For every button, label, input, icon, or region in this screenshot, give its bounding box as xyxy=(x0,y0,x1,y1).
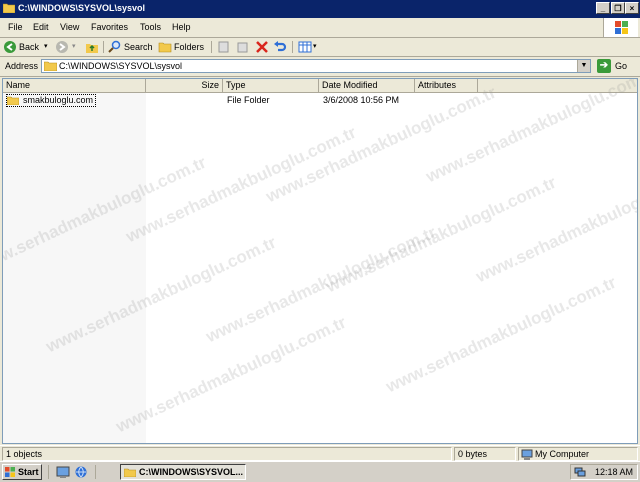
my-computer-icon xyxy=(521,449,533,460)
table-row[interactable]: smakbuloglu.com File Folder 3/6/2008 10:… xyxy=(3,93,637,107)
watermark: www.serhadmakbuloglu.com.tr xyxy=(203,222,440,347)
menu-tools[interactable]: Tools xyxy=(140,22,161,32)
address-bar: Address C:\WINDOWS\SYSVOL\sysvol ▼ ➔ Go xyxy=(0,57,640,77)
watermark: www.serhadmakbuloglu.com.tr xyxy=(113,312,350,437)
address-label: Address xyxy=(5,61,39,71)
clock[interactable]: 12:18 AM xyxy=(595,465,633,479)
menu-help[interactable]: Help xyxy=(172,22,191,32)
go-button[interactable]: ➔ Go xyxy=(597,59,637,73)
toolbar-separator xyxy=(103,41,104,53)
views-button[interactable]: ▾ xyxy=(298,40,322,54)
undo-icon[interactable] xyxy=(273,40,287,54)
toolbar-separator xyxy=(211,41,212,53)
status-zone-label: My Computer xyxy=(535,449,590,459)
watermark: www.serhadmakbuloglu.com.tr xyxy=(323,172,560,297)
column-header-name[interactable]: Name xyxy=(3,79,146,92)
folder-icon xyxy=(44,61,57,71)
watermark: www.serhadmakbuloglu.com.tr xyxy=(123,122,360,247)
column-header: Name Size Type Date Modified Attributes xyxy=(3,79,637,93)
column-header-size[interactable]: Size xyxy=(146,79,223,92)
explorer-window: C:\WINDOWS\SYSVOL\sysvol _ ❐ × File Edit… xyxy=(0,0,640,461)
up-folder-icon[interactable] xyxy=(85,40,99,54)
watermark: www.serhadmakbuloglu.com.tr xyxy=(383,272,620,397)
column-header-type[interactable]: Type xyxy=(223,79,319,92)
views-grid-icon xyxy=(298,41,312,53)
menu-view[interactable]: View xyxy=(60,22,79,32)
start-label: Start xyxy=(18,467,39,477)
taskbar: Start C:\WINDOWS\SYSVOL... 12:18 AM xyxy=(0,461,640,482)
search-icon xyxy=(108,40,121,53)
column-header-date-modified[interactable]: Date Modified xyxy=(319,79,415,92)
status-bar: 1 objects 0 bytes My Computer xyxy=(0,445,640,462)
address-value: C:\WINDOWS\SYSVOL\sysvol xyxy=(59,61,183,71)
file-name[interactable]: smakbuloglu.com xyxy=(6,94,97,107)
move-to-icon[interactable] xyxy=(217,40,231,54)
title-bar[interactable]: C:\WINDOWS\SYSVOL\sysvol _ ❐ × xyxy=(0,0,640,18)
delete-icon[interactable] xyxy=(255,40,269,54)
taskbar-window-button[interactable]: C:\WINDOWS\SYSVOL... xyxy=(120,464,246,480)
forward-arrow-icon xyxy=(56,41,68,53)
folders-label: Folders xyxy=(174,42,205,52)
windows-flag-icon xyxy=(5,467,15,477)
folder-icon xyxy=(124,468,136,477)
forward-dropdown-icon[interactable]: ▾ xyxy=(72,40,76,54)
watermark: www.serhadmakbuloglu.com.tr xyxy=(473,162,638,287)
menu-file[interactable]: File xyxy=(8,22,23,32)
menu-bar: File Edit View Favorites Tools Help xyxy=(0,18,640,38)
menu-favorites[interactable]: Favorites xyxy=(91,22,128,32)
back-dropdown-icon[interactable]: ▾ xyxy=(44,40,48,54)
go-label: Go xyxy=(615,61,628,71)
views-dropdown-icon[interactable]: ▾ xyxy=(313,40,317,54)
close-button[interactable]: × xyxy=(625,2,639,14)
back-arrow-icon xyxy=(4,41,16,53)
file-date-modified: 3/6/2008 10:56 PM xyxy=(323,95,400,105)
status-zone: My Computer xyxy=(518,447,638,461)
search-button[interactable]: Search xyxy=(108,40,154,54)
address-input[interactable]: C:\WINDOWS\SYSVOL\sysvol ▼ xyxy=(41,59,591,73)
file-list[interactable]: Name Size Type Date Modified Attributes … xyxy=(2,78,638,444)
column-header-attributes[interactable]: Attributes xyxy=(415,79,478,92)
window-title: C:\WINDOWS\SYSVOL\sysvol xyxy=(18,3,146,13)
forward-button[interactable]: ▾ xyxy=(55,40,81,54)
network-icon[interactable] xyxy=(574,467,586,477)
internet-explorer-icon[interactable] xyxy=(74,465,88,479)
taskbar-separator xyxy=(95,465,96,479)
toolbar: Back ▾ ▾ Search Folders ▾ xyxy=(0,38,640,57)
status-size: 0 bytes xyxy=(454,447,516,461)
menu-edit[interactable]: Edit xyxy=(33,22,49,32)
system-tray: 12:18 AM xyxy=(570,464,638,480)
windows-logo xyxy=(603,18,638,37)
folders-icon xyxy=(158,42,172,53)
toolbar-separator xyxy=(292,41,293,53)
start-button[interactable]: Start xyxy=(2,464,42,480)
windows-flag-icon xyxy=(615,21,628,34)
folder-icon xyxy=(3,3,15,13)
taskbar-separator xyxy=(48,465,49,479)
name-column-background xyxy=(3,92,146,443)
back-button[interactable]: Back ▾ xyxy=(3,40,51,54)
show-desktop-icon[interactable] xyxy=(56,465,70,479)
taskbar-window-label: C:\WINDOWS\SYSVOL... xyxy=(139,467,244,477)
file-type: File Folder xyxy=(227,95,270,105)
minimize-button[interactable]: _ xyxy=(596,2,610,14)
search-label: Search xyxy=(124,42,153,52)
address-dropdown-icon[interactable]: ▼ xyxy=(577,60,590,72)
go-arrow-icon: ➔ xyxy=(597,59,611,73)
status-object-count: 1 objects xyxy=(2,447,452,461)
folders-button[interactable]: Folders xyxy=(158,40,206,54)
copy-to-icon[interactable] xyxy=(235,40,249,54)
maximize-button[interactable]: ❐ xyxy=(611,2,625,14)
back-label: Back xyxy=(19,42,40,52)
